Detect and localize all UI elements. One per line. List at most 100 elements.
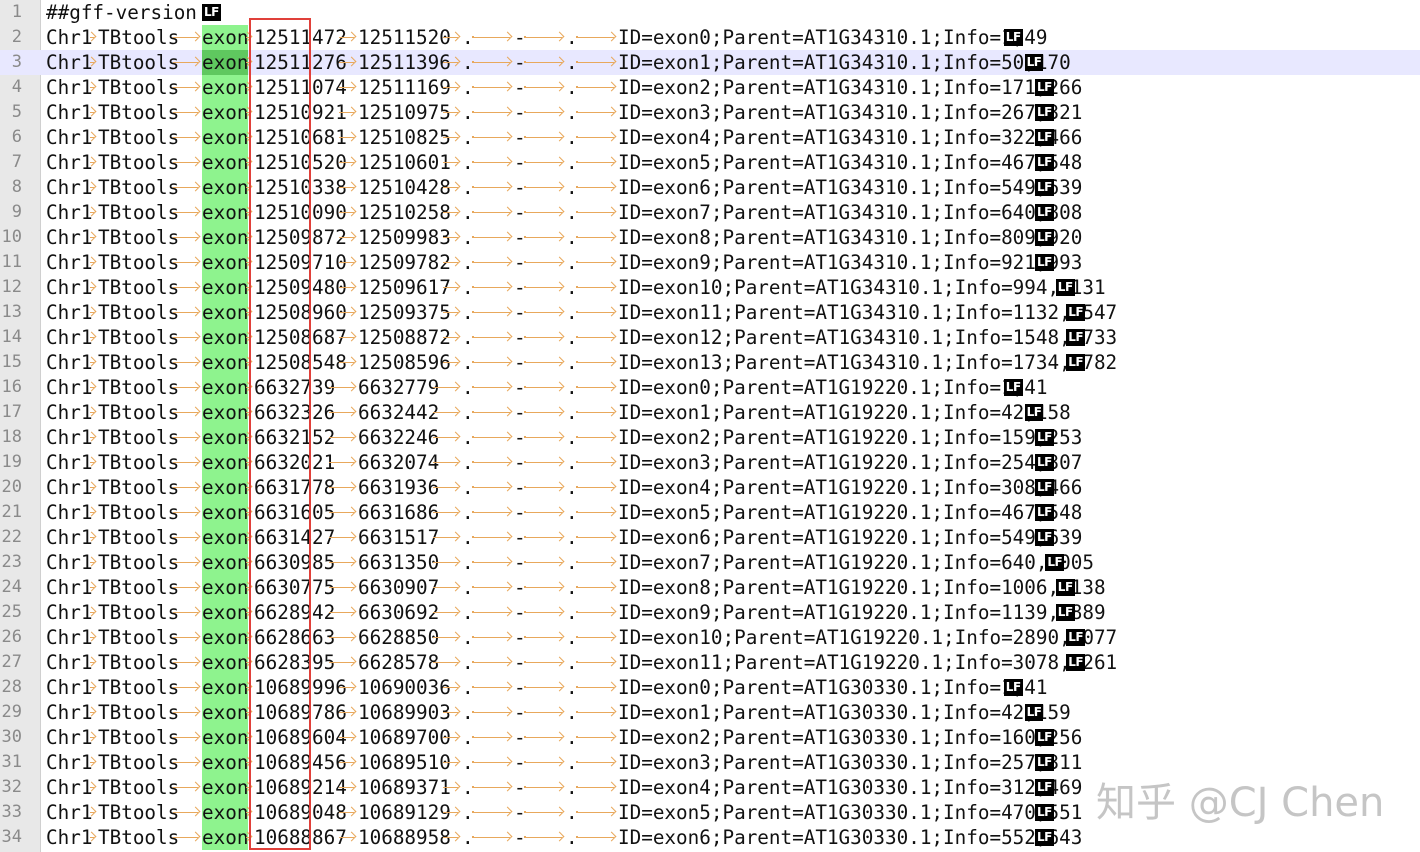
editor-line[interactable]: 12 Chr1 TBtools exon 12509480 12509617. -. ID=e… <box>0 275 1420 300</box>
tab-arrow <box>576 200 618 225</box>
tab-arrow <box>576 175 618 200</box>
editor-line[interactable]: 31 Chr1 TBtools exon 10689456 10689510. -. ID=e… <box>0 750 1420 775</box>
eol-marker: LF <box>1035 779 1054 796</box>
editor-line[interactable]: 9 Chr1 TBtools exon 12510090 12510258. -. ID=ex… <box>0 200 1420 225</box>
editor-line[interactable]: 23 Chr1 TBtools exon 6630985 6631350. -. ID=exo… <box>0 550 1420 575</box>
tab-arrow <box>88 500 98 525</box>
editor-line[interactable]: 28 Chr1 TBtools exon 10689996 10690036. -. ID=e… <box>0 675 1420 700</box>
editor-line[interactable]: 8 Chr1 TBtools exon 12510338 12510428. -. ID=ex… <box>0 175 1420 200</box>
tab-arrow <box>431 425 462 450</box>
editor-line[interactable]: 13 Chr1 TBtools exon 12508960 12509375. -. ID=e… <box>0 300 1420 325</box>
gff-field-type: exon <box>202 625 249 650</box>
tab-arrow <box>472 625 514 650</box>
gff-field-end: 6631936 <box>358 476 440 499</box>
tab-arrow <box>88 475 98 500</box>
editor-line[interactable]: 10 Chr1 TBtools exon 12509872 12509983. -. ID=e… <box>0 225 1420 250</box>
tab-arrow <box>441 125 462 150</box>
tab-arrow <box>524 650 566 675</box>
eol-marker: LF <box>1003 379 1023 396</box>
tab-arrow <box>171 525 202 550</box>
editor-line[interactable]: 21 Chr1 TBtools exon 6631605 6631686. -. ID=exo… <box>0 500 1420 525</box>
eol-marker: LF <box>1066 329 1086 346</box>
editor-line[interactable]: 16 Chr1 TBtools exon 6632739 6632779. -. ID=exo… <box>0 375 1420 400</box>
tab-arrow <box>524 450 566 475</box>
editor-line[interactable]: 1 ##gff-version 3 LF <box>0 0 1420 25</box>
editor-line[interactable]: 34 Chr1 TBtools exon 10688867 10688958. -. ID=e… <box>0 825 1420 850</box>
editor-line[interactable]: 33 Chr1 TBtools exon 10689048 10689129. -. ID=e… <box>0 800 1420 825</box>
gff-field-start: 6630775 <box>254 576 336 599</box>
tab-arrow <box>337 225 358 250</box>
gff-field-attributes: ID=exon9;Parent=AT1G34310.1;Info=921,993 <box>618 251 1083 274</box>
tab-arrow <box>88 575 98 600</box>
gff-field-type: exon <box>202 550 249 575</box>
gff-field-attributes: ID=exon4;Parent=AT1G19220.1;Info=308,466 <box>618 476 1083 499</box>
gff-field-end: 6632246 <box>358 426 440 449</box>
tab-arrow <box>576 375 618 400</box>
gff-field-seqid: Chr1 <box>46 476 93 499</box>
editor-line[interactable]: 14 Chr1 TBtools exon 12508687 12508872. -. ID=e… <box>0 325 1420 350</box>
eol-marker: LF <box>1024 404 1044 421</box>
editor-line[interactable]: 5 Chr1 TBtools exon 12510921 12510975. -. ID=ex… <box>0 100 1420 125</box>
tab-arrow <box>472 175 514 200</box>
gff-field-type: exon <box>202 250 249 275</box>
tab-arrow <box>327 450 358 475</box>
gff-field-source: TBtools <box>98 226 180 249</box>
eol-marker: LF <box>1035 129 1054 146</box>
editor-line[interactable]: 2 Chr1 TBtools exon 12511472 12511520. -. ID=ex… <box>0 25 1420 50</box>
editor-line[interactable]: 26 Chr1 TBtools exon 6628663 6628850. -. ID=exo… <box>0 625 1420 650</box>
gff-field-type: exon <box>202 575 249 600</box>
gff-field-seqid: Chr1 <box>46 451 93 474</box>
tab-arrow <box>472 675 514 700</box>
editor-line[interactable]: 29 Chr1 TBtools exon 10689786 10689903. -. ID=e… <box>0 700 1420 725</box>
editor-line[interactable]: 7 Chr1 TBtools exon 12510520 12510601. -. ID=ex… <box>0 150 1420 175</box>
tab-arrow <box>88 675 98 700</box>
editor-line[interactable]: 30 Chr1 TBtools exon 10689604 10689700. -. ID=e… <box>0 725 1420 750</box>
gff-field-attributes: ID=exon5;Parent=AT1G34310.1;Info=467,548 <box>618 151 1083 174</box>
editor-line[interactable]: 32 Chr1 TBtools exon 10689214 10689371. -. ID=e… <box>0 775 1420 800</box>
tab-arrow <box>472 425 514 450</box>
tab-arrow <box>337 725 358 750</box>
tab-arrow <box>524 375 566 400</box>
editor-line[interactable]: 27 Chr1 TBtools exon 6628395 6628578. -. ID=exo… <box>0 650 1420 675</box>
gff-field-seqid: Chr1 <box>46 26 93 49</box>
tab-arrow <box>472 800 514 825</box>
editor-line[interactable]: 18 Chr1 TBtools exon 6632152 6632246. -. ID=exo… <box>0 425 1420 450</box>
tab-arrow <box>441 350 462 375</box>
tab-arrow <box>576 700 618 725</box>
gff-field-end: 10689510 <box>358 751 451 774</box>
editor-line[interactable]: 24 Chr1 TBtools exon 6630775 6630907. -. ID=exo… <box>0 575 1420 600</box>
tab-arrow <box>88 250 98 275</box>
gff-field-end: 6628850 <box>358 626 440 649</box>
editor-line[interactable]: 22 Chr1 TBtools exon 6631427 6631517. -. ID=exo… <box>0 525 1420 550</box>
gff-field-start: 6631605 <box>254 501 336 524</box>
gff-field-type: exon <box>202 300 249 325</box>
gff-field-source: TBtools <box>98 726 180 749</box>
tab-arrow <box>88 125 98 150</box>
eol-marker: LF <box>1035 229 1054 246</box>
editor-line[interactable]: 25 Chr1 TBtools exon 6628942 6630692. -. ID=exo… <box>0 600 1420 625</box>
editor-line[interactable]: 15 Chr1 TBtools exon 12508548 12508596. -. ID=e… <box>0 350 1420 375</box>
gff-field-attributes: ID=exon1;Parent=AT1G34310.1;Info=50,170 <box>618 51 1071 74</box>
editor-line[interactable]: 19 Chr1 TBtools exon 6632021 6632074. -. ID=exo… <box>0 450 1420 475</box>
tab-arrow <box>441 200 462 225</box>
editor-line[interactable]: 17 Chr1 TBtools exon 6632326 6632442. -. ID=exo… <box>0 400 1420 425</box>
eol-marker: LF <box>1035 804 1054 821</box>
tab-arrow <box>576 800 618 825</box>
editor-line[interactable]: 20 Chr1 TBtools exon 6631778 6631936. -. ID=exo… <box>0 475 1420 500</box>
editor-line[interactable]: 4 Chr1 TBtools exon 12511074 12511169. -. ID=ex… <box>0 75 1420 100</box>
editor-line[interactable]: 11 Chr1 TBtools exon 12509710 12509782. -. ID=e… <box>0 250 1420 275</box>
editor-line[interactable]: 3 Chr1 TBtools exon 12511276 12511396. -. ID=ex… <box>0 50 1420 75</box>
gff-field-source: TBtools <box>98 151 180 174</box>
gff-field-start: 12510921 <box>254 101 347 124</box>
tab-arrow <box>171 450 202 475</box>
tab-arrow <box>472 575 514 600</box>
gff-field-attributes: ID=exon13;Parent=AT1G34310.1;Info=1734,1… <box>618 351 1118 374</box>
gff-field-seqid: Chr1 <box>46 126 93 149</box>
tab-arrow <box>472 775 514 800</box>
editor-line[interactable]: 6 Chr1 TBtools exon 12510681 12510825. -. ID=ex… <box>0 125 1420 150</box>
gff-field-attributes: ID=exon12;Parent=AT1G34310.1;Info=1548,1… <box>618 326 1118 349</box>
gff-field-start: 12510681 <box>254 126 347 149</box>
text-editor[interactable]: 1 ##gff-version 3 LF 2 Chr1 TBtools exon 125114… <box>0 0 1420 852</box>
gff-field-source: TBtools <box>98 576 180 599</box>
gff-field-type: exon <box>202 75 249 100</box>
